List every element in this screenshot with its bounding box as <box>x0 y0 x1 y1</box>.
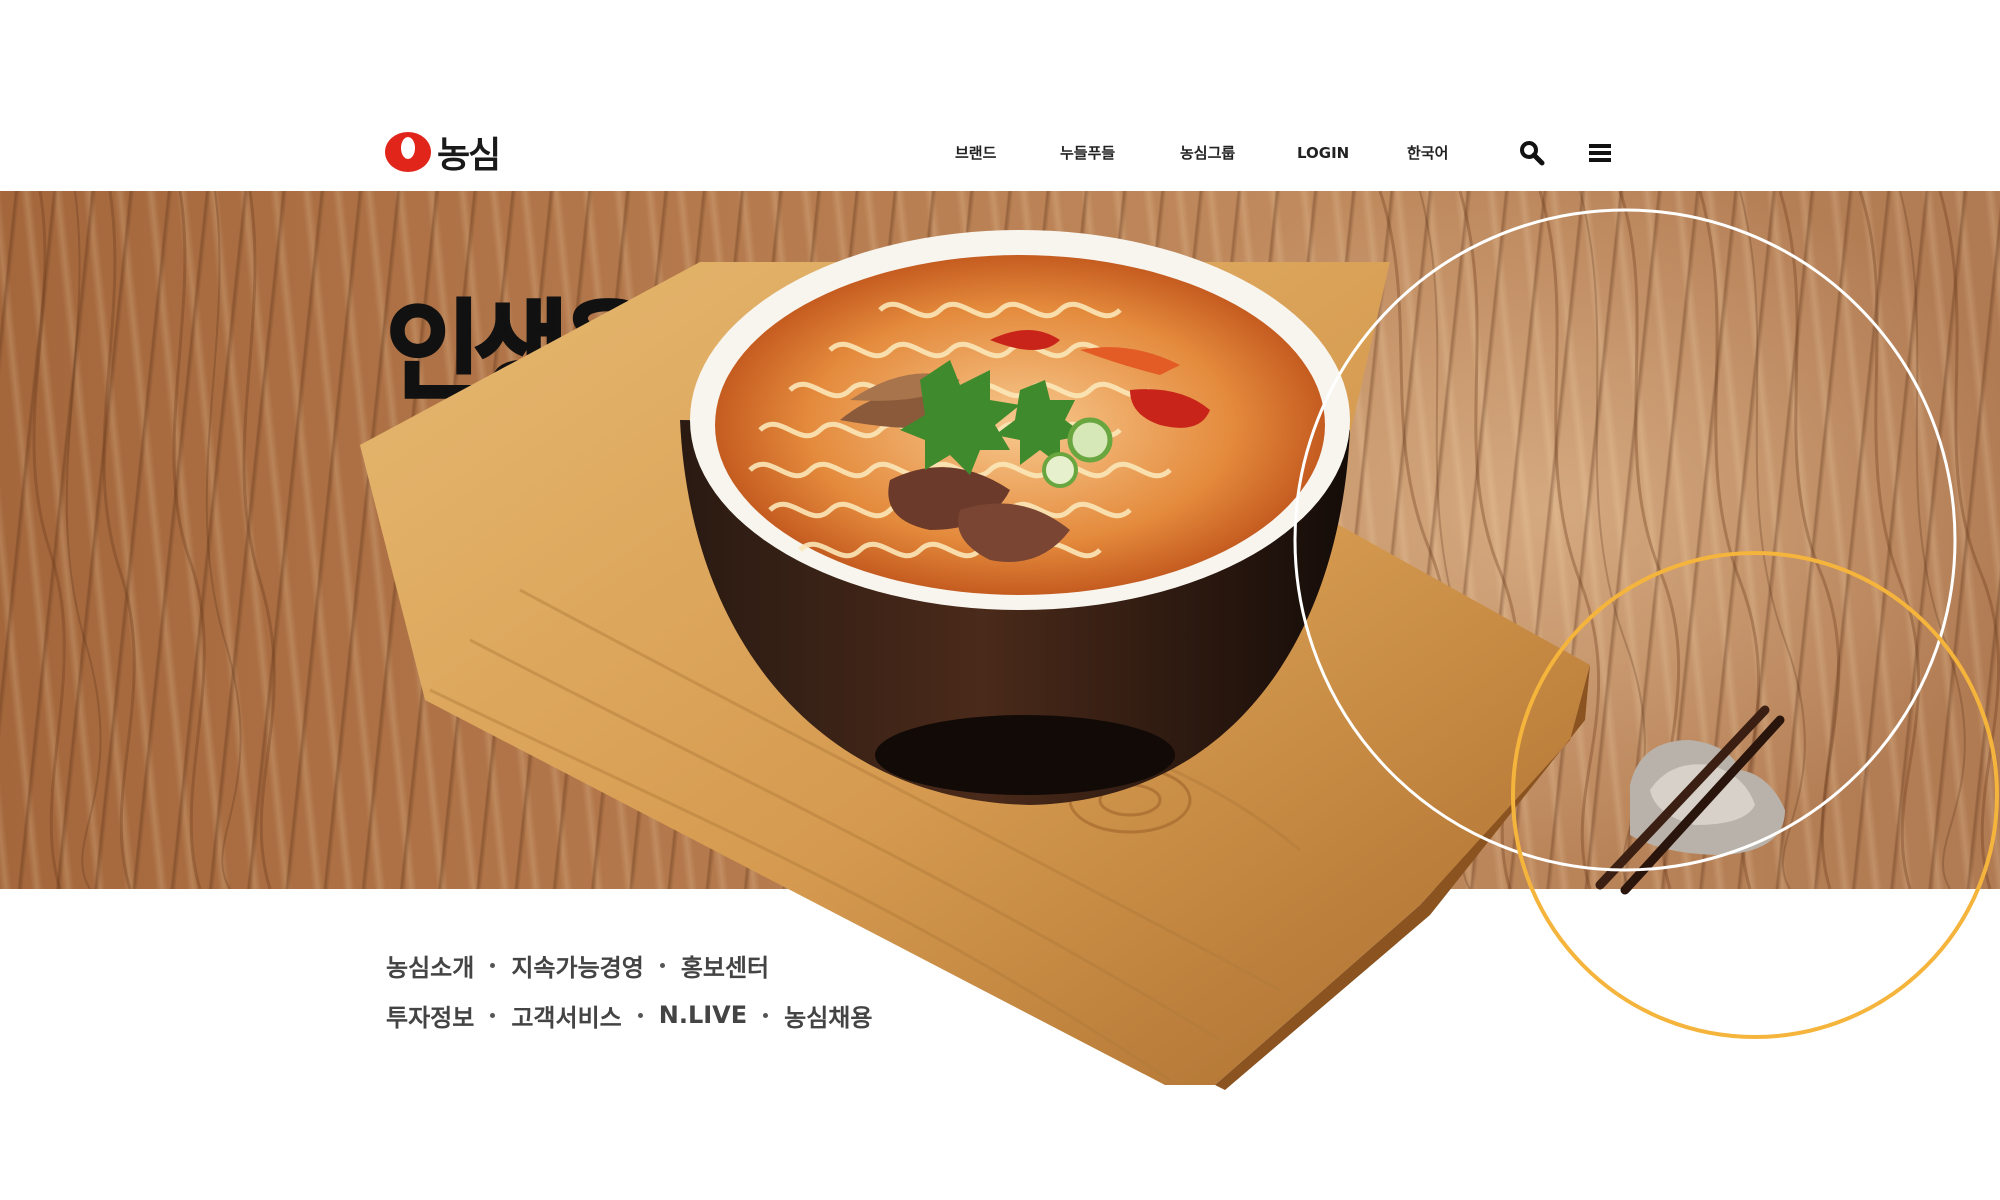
nav-item-noodlefoodle[interactable]: 누들푸들 <box>1060 138 1115 168</box>
headline-line-1: 인생을 <box>385 289 659 416</box>
link-customer-service[interactable]: 고객서비스 <box>511 998 621 1033</box>
link-investor[interactable]: 투자정보 <box>386 998 474 1033</box>
link-recruit[interactable]: 농심채용 <box>784 998 872 1033</box>
wood-grain-background <box>32 191 2000 889</box>
separator-dot <box>763 1012 769 1018</box>
nav-item-brand[interactable]: 브랜드 <box>955 138 996 168</box>
separator-dot <box>659 962 665 968</box>
link-pr-center[interactable]: 홍보센터 <box>681 948 769 983</box>
main-nav: 브랜드 누들푸들 농심그룹 LOGIN 한국어 <box>0 138 2000 168</box>
search-icon[interactable] <box>1517 138 1547 168</box>
separator-dot <box>490 962 496 968</box>
separator-dot <box>490 1012 496 1018</box>
link-nlive[interactable]: N.LIVE <box>659 1001 747 1029</box>
headline-line-2: 맛있게 <box>385 413 659 540</box>
site-header: 농심 브랜드 누들푸들 농심그룹 LOGIN 한국어 <box>0 0 2000 191</box>
link-sustainability[interactable]: 지속가능경영 <box>511 948 643 983</box>
quick-links: 농심소개 지속가능경영 홍보센터 투자정보 고객서비스 N.LIVE 농심채용 <box>386 940 872 1040</box>
hero-headline: 인생을 맛있게 <box>385 289 660 540</box>
nav-item-language[interactable]: 한국어 <box>1407 138 1448 168</box>
nav-item-group[interactable]: 농심그룹 <box>1180 138 1235 168</box>
separator-dot <box>637 1012 643 1018</box>
quick-links-row-2: 투자정보 고객서비스 N.LIVE 농심채용 <box>386 990 872 1040</box>
link-about[interactable]: 농심소개 <box>386 948 474 983</box>
quick-links-row-1: 농심소개 지속가능경영 홍보센터 <box>386 940 872 990</box>
hamburger-menu-icon[interactable] <box>1585 138 1615 168</box>
page: 농심 브랜드 누들푸들 농심그룹 LOGIN 한국어 인생을 맛있게 농심소개 … <box>0 0 2000 1200</box>
nav-item-login[interactable]: LOGIN <box>1297 138 1349 168</box>
hero-banner <box>0 191 2000 889</box>
